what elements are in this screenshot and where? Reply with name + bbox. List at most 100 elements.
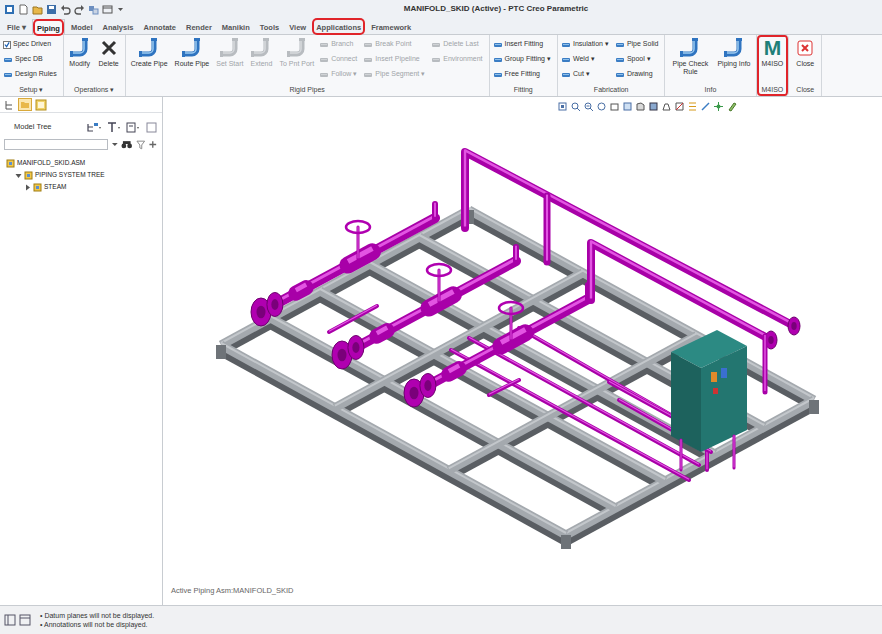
ribbon-button[interactable]: Insulation ▾ [561, 37, 612, 52]
browser-toggle-icon[interactable] [19, 614, 31, 626]
ribbon-tab[interactable]: View [285, 19, 310, 34]
open-folder-icon[interactable] [32, 4, 43, 15]
ribbon-button[interactable]: Cut ▾ [561, 67, 612, 82]
tool-column: Insulation ▾Weld ▾Cut ▾ [561, 37, 612, 82]
ribbon-large-button[interactable]: Modify [67, 37, 93, 68]
undo-icon[interactable] [60, 4, 71, 15]
windows-icon[interactable] [102, 4, 113, 15]
display-style-icon[interactable] [648, 101, 659, 112]
ribbon-button: Pipe Segment ▾ [363, 67, 428, 82]
ribbon-tab[interactable]: Piping [32, 19, 65, 34]
saved-views-icon[interactable] [622, 101, 633, 112]
binoculars-icon[interactable] [121, 139, 133, 150]
ribbon-large-button[interactable]: Delete [96, 37, 122, 68]
ribbon-group-label[interactable]: Info [668, 85, 752, 96]
ribbon-large-button[interactable]: MM4ISO [760, 37, 786, 68]
zoom-in-icon[interactable] [570, 101, 581, 112]
tree-item[interactable]: MANIFOLD_SKID.ASM [4, 157, 162, 169]
creo-icon[interactable] [4, 4, 15, 15]
perspective-icon[interactable] [661, 101, 672, 112]
ribbon-large-button[interactable]: Piping Info [715, 37, 752, 68]
customize-dropdown-icon[interactable] [116, 4, 125, 15]
new-file-icon[interactable] [18, 4, 29, 15]
favorites-tab-icon[interactable] [35, 99, 47, 111]
ribbon-tab[interactable]: File ▾ [3, 19, 30, 34]
tree-expander[interactable] [24, 184, 31, 191]
tool-column: Spec DrivenSpec DBDesign Rules [3, 37, 60, 82]
tree-item[interactable]: STEAM [4, 181, 162, 193]
ribbon-button[interactable]: Drawing [615, 67, 662, 82]
tree-show-icon[interactable] [126, 122, 142, 133]
tool-icon [615, 55, 625, 65]
ribbon-button[interactable]: Insert Fitting [493, 37, 554, 52]
repaint-icon[interactable] [596, 101, 607, 112]
ribbon-tab[interactable]: Framework [367, 19, 415, 34]
tree-columns-icon[interactable] [106, 122, 122, 133]
ribbon-group-label[interactable]: Operations ▾ [67, 85, 122, 96]
ribbon-group-label[interactable]: Fitting [493, 85, 554, 96]
model-tree-tab-icon[interactable] [3, 99, 15, 111]
ribbon-group-label[interactable]: Close [792, 85, 818, 96]
ribbon-button[interactable]: Free Fitting [493, 67, 554, 82]
ribbon-tab[interactable]: Analysis [99, 19, 138, 34]
zoom-out-icon[interactable] [583, 101, 594, 112]
datum-display-icon[interactable] [687, 101, 698, 112]
navigator-toggle-icon[interactable] [4, 614, 16, 626]
spin-center-icon[interactable] [713, 101, 724, 112]
frame-beam [221, 210, 469, 345]
reorient-icon[interactable] [609, 101, 620, 112]
tree-expander[interactable] [15, 172, 22, 179]
ribbon-group-label[interactable]: Rigid Pipes [129, 85, 486, 96]
control-box-side [671, 352, 701, 452]
ribbon-tab[interactable]: Annotate [139, 19, 180, 34]
section-icon[interactable] [674, 101, 685, 112]
ribbon-tab[interactable]: Applications [312, 19, 365, 34]
ribbon-button[interactable]: Design Rules [3, 67, 60, 82]
tree-search-field[interactable] [4, 139, 108, 150]
filter-icon[interactable] [136, 139, 146, 150]
piping-skid-model[interactable] [163, 97, 881, 605]
spec-driven-checkbox[interactable] [3, 41, 11, 49]
button-label: Follow ▾ [331, 69, 357, 80]
ribbon-tab[interactable]: Manikin [218, 19, 254, 34]
tree-filter-icon[interactable] [146, 122, 158, 133]
tree-settings-icon[interactable] [86, 122, 102, 133]
ribbon-group-label[interactable]: Setup ▾ [3, 85, 60, 96]
ribbon-group-label[interactable]: M4ISO [760, 85, 786, 96]
ribbon-group-label[interactable]: Fabrication [561, 85, 661, 96]
ribbon-button[interactable]: Spec DB [3, 52, 60, 67]
ribbon-large-button[interactable]: Pipe Check Rule [668, 37, 712, 76]
ribbon-tab[interactable]: Tools [256, 19, 283, 34]
graphics-window[interactable]: Active Piping Asm:MANIFOLD_SKID [163, 97, 882, 605]
annotation-plane-icon[interactable] [726, 101, 737, 112]
ribbon-button[interactable]: Spool ▾ [615, 52, 662, 67]
folder-browser-tab-icon[interactable] [18, 98, 32, 111]
save-icon[interactable] [46, 4, 57, 15]
ribbon-button[interactable]: Pipe Solid [615, 37, 662, 52]
ribbon-large-button[interactable]: Create Pipe [129, 37, 170, 68]
annotation-display-icon[interactable] [700, 101, 711, 112]
tool-icon [363, 70, 373, 80]
ribbon-button[interactable]: Spec Driven [3, 37, 60, 52]
redo-icon[interactable] [74, 4, 85, 15]
ribbon-tab[interactable]: Render [182, 19, 216, 34]
regenerate-icon[interactable] [88, 4, 99, 15]
tree-item[interactable]: PIPING SYSTEM TREE [4, 169, 162, 181]
ribbon-button[interactable]: Weld ▾ [561, 52, 612, 67]
ribbon-button[interactable]: Group Fitting ▾ [493, 52, 554, 67]
ribbon-tab[interactable]: Model [67, 19, 97, 34]
flange-bore [791, 322, 796, 330]
add-column-icon[interactable] [148, 139, 158, 150]
refit-icon[interactable] [557, 101, 568, 112]
button-label: Route Pipe [175, 60, 210, 68]
pipe-highlight [489, 379, 519, 394]
search-dropdown-icon[interactable] [111, 139, 119, 150]
frame-beam-side [335, 279, 583, 414]
button-label: Pipe Solid [627, 39, 659, 50]
ribbon-large-button[interactable]: Close [792, 37, 818, 68]
flange-bore [352, 342, 359, 353]
view-manager-icon[interactable] [635, 101, 646, 112]
pipe [414, 299, 588, 393]
button-label: Pipe Check Rule [670, 60, 710, 76]
ribbon-large-button[interactable]: Route Pipe [173, 37, 212, 68]
